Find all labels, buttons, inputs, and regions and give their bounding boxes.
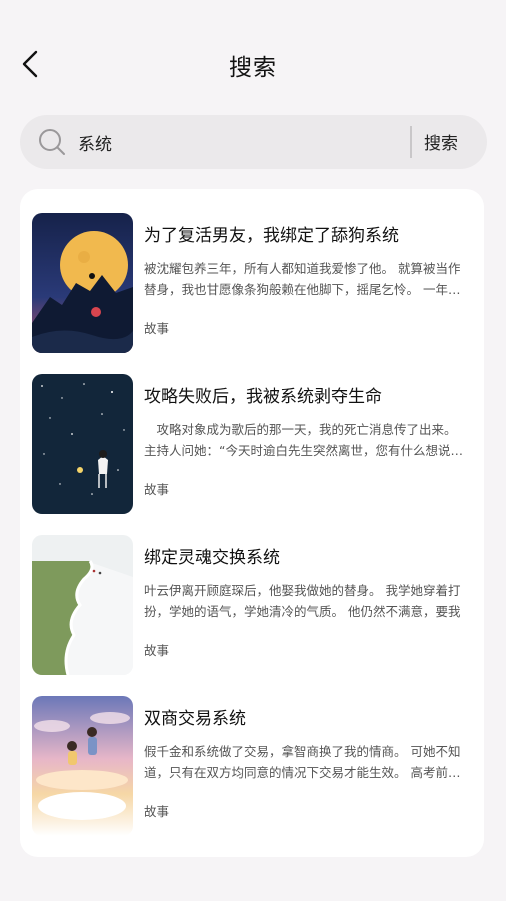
- search-bar: 搜索: [20, 115, 487, 169]
- search-divider: [410, 126, 412, 158]
- book-description: 攻略对象成为歌后的那一天，我的死亡消息传了出来。 主持人问她：“今天时逾白先生突…: [144, 422, 472, 458]
- search-icon: [39, 129, 65, 155]
- cliff-sea-cover: [32, 535, 133, 675]
- book-title: 双商交易系统: [144, 709, 246, 729]
- book-title: 绑定灵魂交换系统: [144, 548, 280, 568]
- book-tag: 故事: [144, 482, 170, 497]
- starry-girl-cover: [32, 374, 133, 514]
- book-description: 叶云伊离开顾庭琛后，他娶我做她的替身。 我学她穿着打扮，学她的语气，学她清冷的气…: [144, 583, 461, 619]
- search-input[interactable]: [78, 127, 398, 157]
- result-item[interactable]: 绑定灵魂交换系统 叶云伊离开顾庭琛后，他娶我做她的替身。 我学她穿着打扮，学她的…: [20, 511, 484, 675]
- moon-night-cover: [32, 213, 133, 353]
- book-title: 攻略失败后，我被系统剥夺生命: [144, 387, 382, 407]
- book-description: 假千金和系统做了交易，拿智商换了我的情商。 可她不知道，只有在双方均同意的情况下…: [144, 744, 461, 780]
- result-item[interactable]: 双商交易系统 假千金和系统做了交易，拿智商换了我的情商。 可她不知道，只有在双方…: [20, 672, 484, 836]
- book-title: 为了复活男友，我绑定了舔狗系统: [144, 226, 399, 246]
- result-item[interactable]: 攻略失败后，我被系统剥夺生命 攻略对象成为歌后的那一天，我的死亡消息传了出来。 …: [20, 350, 484, 514]
- book-tag: 故事: [144, 804, 170, 819]
- book-tag: 故事: [144, 643, 170, 658]
- result-item[interactable]: 为了复活男友，我绑定了舔狗系统 被沈耀包养三年，所有人都知道我爱惨了他。 就算被…: [20, 189, 484, 353]
- book-tag: 故事: [144, 321, 170, 336]
- book-description: 被沈耀包养三年，所有人都知道我爱惨了他。 就算被当作替身，我也甘愿像条狗般赖在他…: [144, 261, 461, 297]
- header: 搜索: [0, 0, 506, 120]
- page-title: 搜索: [229, 55, 277, 81]
- sunset-couple-cover: [32, 696, 133, 836]
- search-button[interactable]: 搜索: [424, 129, 458, 154]
- results-panel: 为了复活男友，我绑定了舔狗系统 被沈耀包养三年，所有人都知道我爱惨了他。 就算被…: [20, 189, 484, 857]
